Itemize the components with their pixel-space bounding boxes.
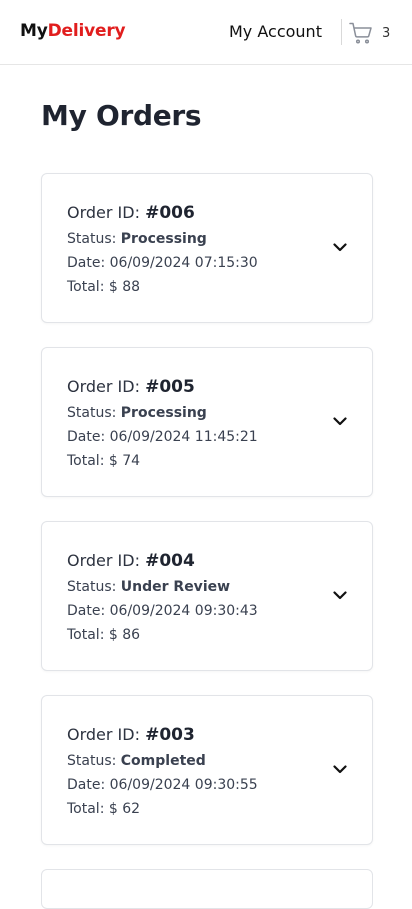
order-card[interactable]: Order ID: #003 Status: Completed Date: 0… — [41, 695, 373, 845]
order-total: Total: $ 86 — [67, 627, 140, 643]
page-title: My Orders — [41, 99, 202, 132]
status-value: Processing — [120, 405, 207, 421]
date-value: 06/09/2024 07:15:30 — [109, 255, 258, 271]
date-value: 06/09/2024 09:30:55 — [109, 777, 258, 793]
chevron-down-icon[interactable] — [331, 240, 349, 254]
total-value: $ 86 — [108, 627, 141, 643]
logo-delivery: Delivery — [47, 21, 126, 41]
order-total: Total: $ 88 — [67, 279, 140, 295]
order-date: Date: 06/09/2024 07:15:30 — [67, 255, 258, 271]
date-value: 06/09/2024 11:45:21 — [109, 429, 258, 445]
status-label: Status: — [67, 579, 117, 595]
logo[interactable]: MyDelivery — [20, 21, 126, 41]
order-status: Status: Processing — [67, 231, 207, 247]
date-label: Date: — [67, 603, 106, 619]
order-status: Status: Completed — [67, 753, 206, 769]
chevron-down-icon[interactable] — [331, 414, 349, 428]
my-account-link[interactable]: My Account — [229, 22, 322, 41]
header-divider — [341, 19, 342, 45]
order-status: Status: Under Review — [67, 579, 230, 595]
date-value: 06/09/2024 09:30:43 — [109, 603, 258, 619]
top-header: MyDelivery My Account 3 — [0, 0, 412, 65]
order-id-label: Order ID: — [67, 551, 140, 570]
order-id-value: #004 — [145, 551, 195, 571]
order-card-partial[interactable] — [41, 869, 373, 909]
total-label: Total: — [67, 627, 105, 643]
order-id: Order ID: #004 — [67, 551, 195, 571]
order-total: Total: $ 74 — [67, 453, 140, 469]
order-id-value: #006 — [145, 203, 195, 223]
total-value: $ 62 — [108, 801, 141, 817]
order-id: Order ID: #003 — [67, 725, 195, 745]
chevron-down-icon[interactable] — [331, 762, 349, 776]
logo-my: My — [20, 21, 48, 41]
order-date: Date: 06/09/2024 11:45:21 — [67, 429, 258, 445]
order-date: Date: 06/09/2024 09:30:43 — [67, 603, 258, 619]
order-card[interactable]: Order ID: #006 Status: Processing Date: … — [41, 173, 373, 323]
cart-count: 3 — [382, 25, 391, 41]
date-label: Date: — [67, 429, 106, 445]
date-label: Date: — [67, 255, 106, 271]
total-label: Total: — [67, 279, 105, 295]
chevron-down-icon[interactable] — [331, 588, 349, 602]
order-total: Total: $ 62 — [67, 801, 140, 817]
order-card[interactable]: Order ID: #004 Status: Under Review Date… — [41, 521, 373, 671]
order-id-value: #003 — [145, 725, 195, 745]
date-label: Date: — [67, 777, 106, 793]
total-label: Total: — [67, 453, 105, 469]
order-card[interactable]: Order ID: #005 Status: Processing Date: … — [41, 347, 373, 497]
order-id: Order ID: #005 — [67, 377, 195, 397]
order-id-label: Order ID: — [67, 377, 140, 396]
status-value: Under Review — [120, 579, 231, 595]
total-value: $ 74 — [108, 453, 141, 469]
status-value: Completed — [120, 753, 206, 769]
status-label: Status: — [67, 753, 117, 769]
orders-list: Order ID: #006 Status: Processing Date: … — [41, 173, 373, 869]
total-label: Total: — [67, 801, 105, 817]
status-value: Processing — [120, 231, 207, 247]
order-date: Date: 06/09/2024 09:30:55 — [67, 777, 258, 793]
status-label: Status: — [67, 231, 117, 247]
total-value: $ 88 — [108, 279, 141, 295]
cart-icon — [349, 22, 373, 44]
order-id-label: Order ID: — [67, 203, 140, 222]
cart-button[interactable]: 3 — [349, 20, 390, 46]
order-status: Status: Processing — [67, 405, 207, 421]
status-label: Status: — [67, 405, 117, 421]
order-id: Order ID: #006 — [67, 203, 195, 223]
order-id-value: #005 — [145, 377, 195, 397]
order-id-label: Order ID: — [67, 725, 140, 744]
